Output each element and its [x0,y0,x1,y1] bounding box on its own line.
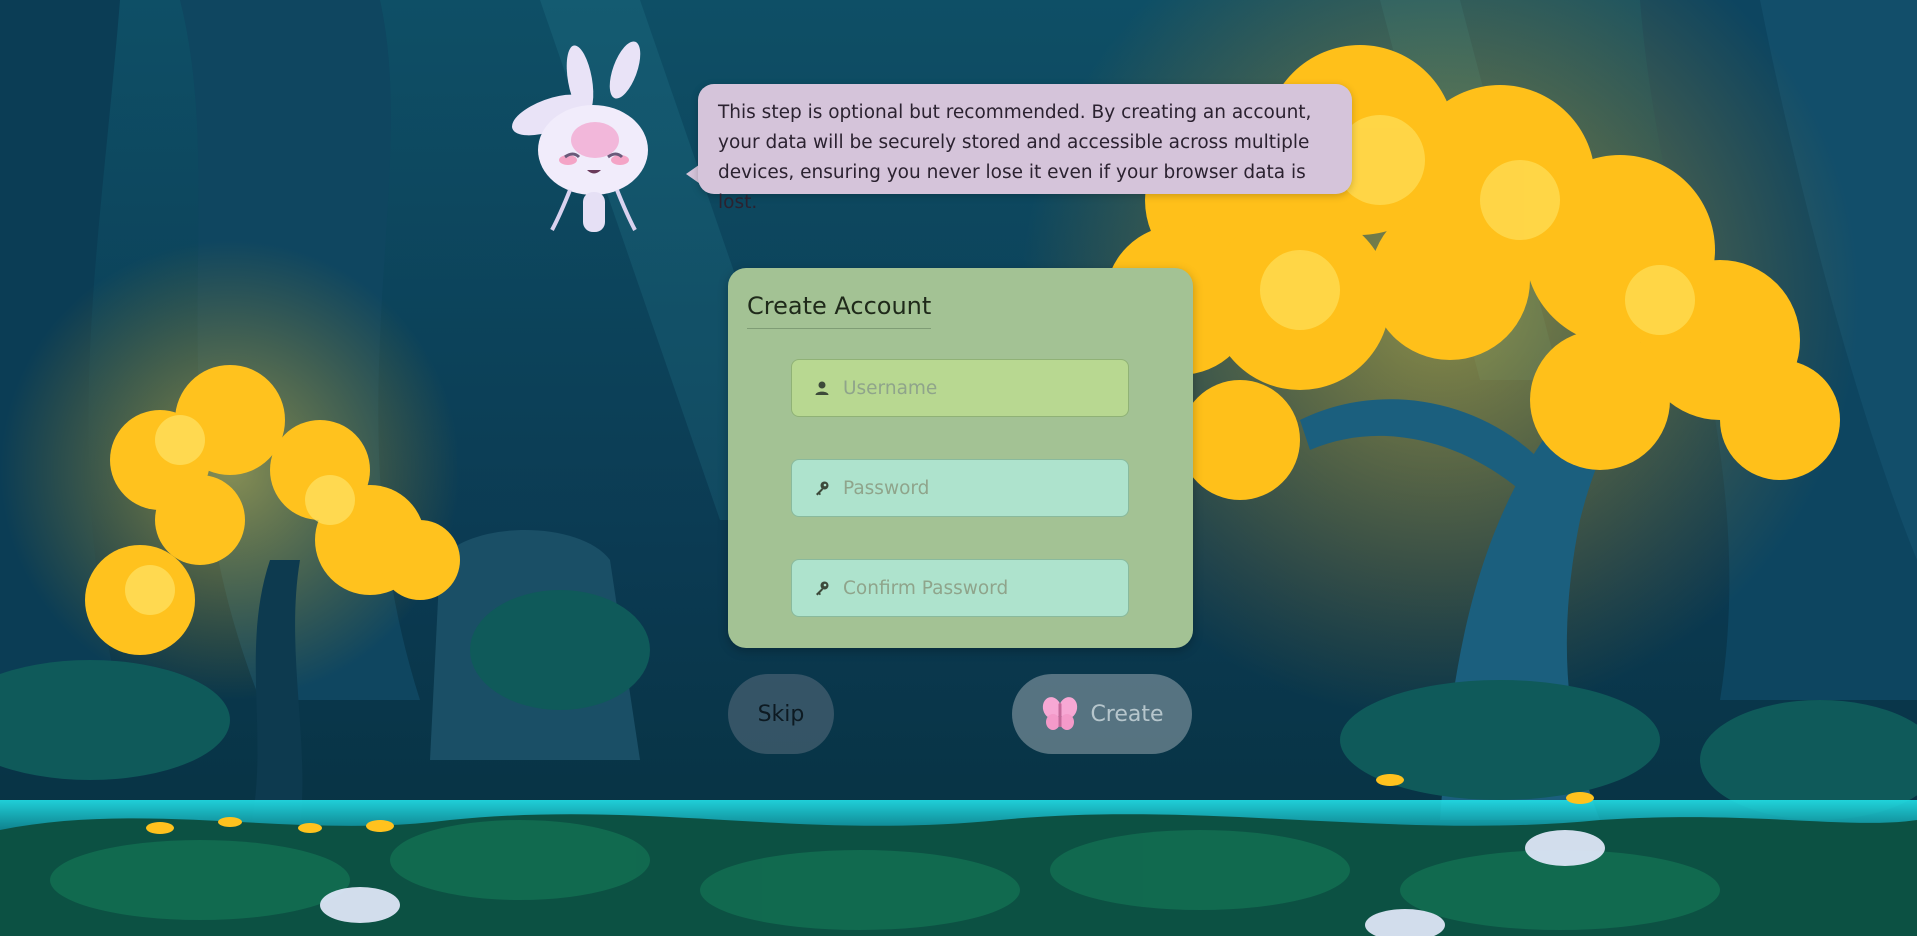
username-input[interactable] [843,360,1128,416]
skip-button-label: Skip [757,701,805,727]
skip-button[interactable]: Skip [728,674,834,754]
key-icon [813,579,831,597]
confirm-password-field[interactable] [791,559,1129,617]
create-button-label: Create [1090,701,1164,727]
panel-title: Create Account [747,292,932,329]
spirit-mascot [505,40,675,240]
create-button[interactable]: Create [1012,674,1192,754]
key-icon [813,479,831,497]
password-field[interactable] [791,459,1129,517]
password-input[interactable] [843,460,1128,516]
confirm-password-input[interactable] [843,560,1128,616]
username-field[interactable] [791,359,1129,417]
speech-bubble: This step is optional but recommended. B… [698,84,1352,213]
create-account-panel: Create Account [728,268,1193,648]
user-icon [813,379,831,397]
butterfly-icon [1040,694,1080,734]
